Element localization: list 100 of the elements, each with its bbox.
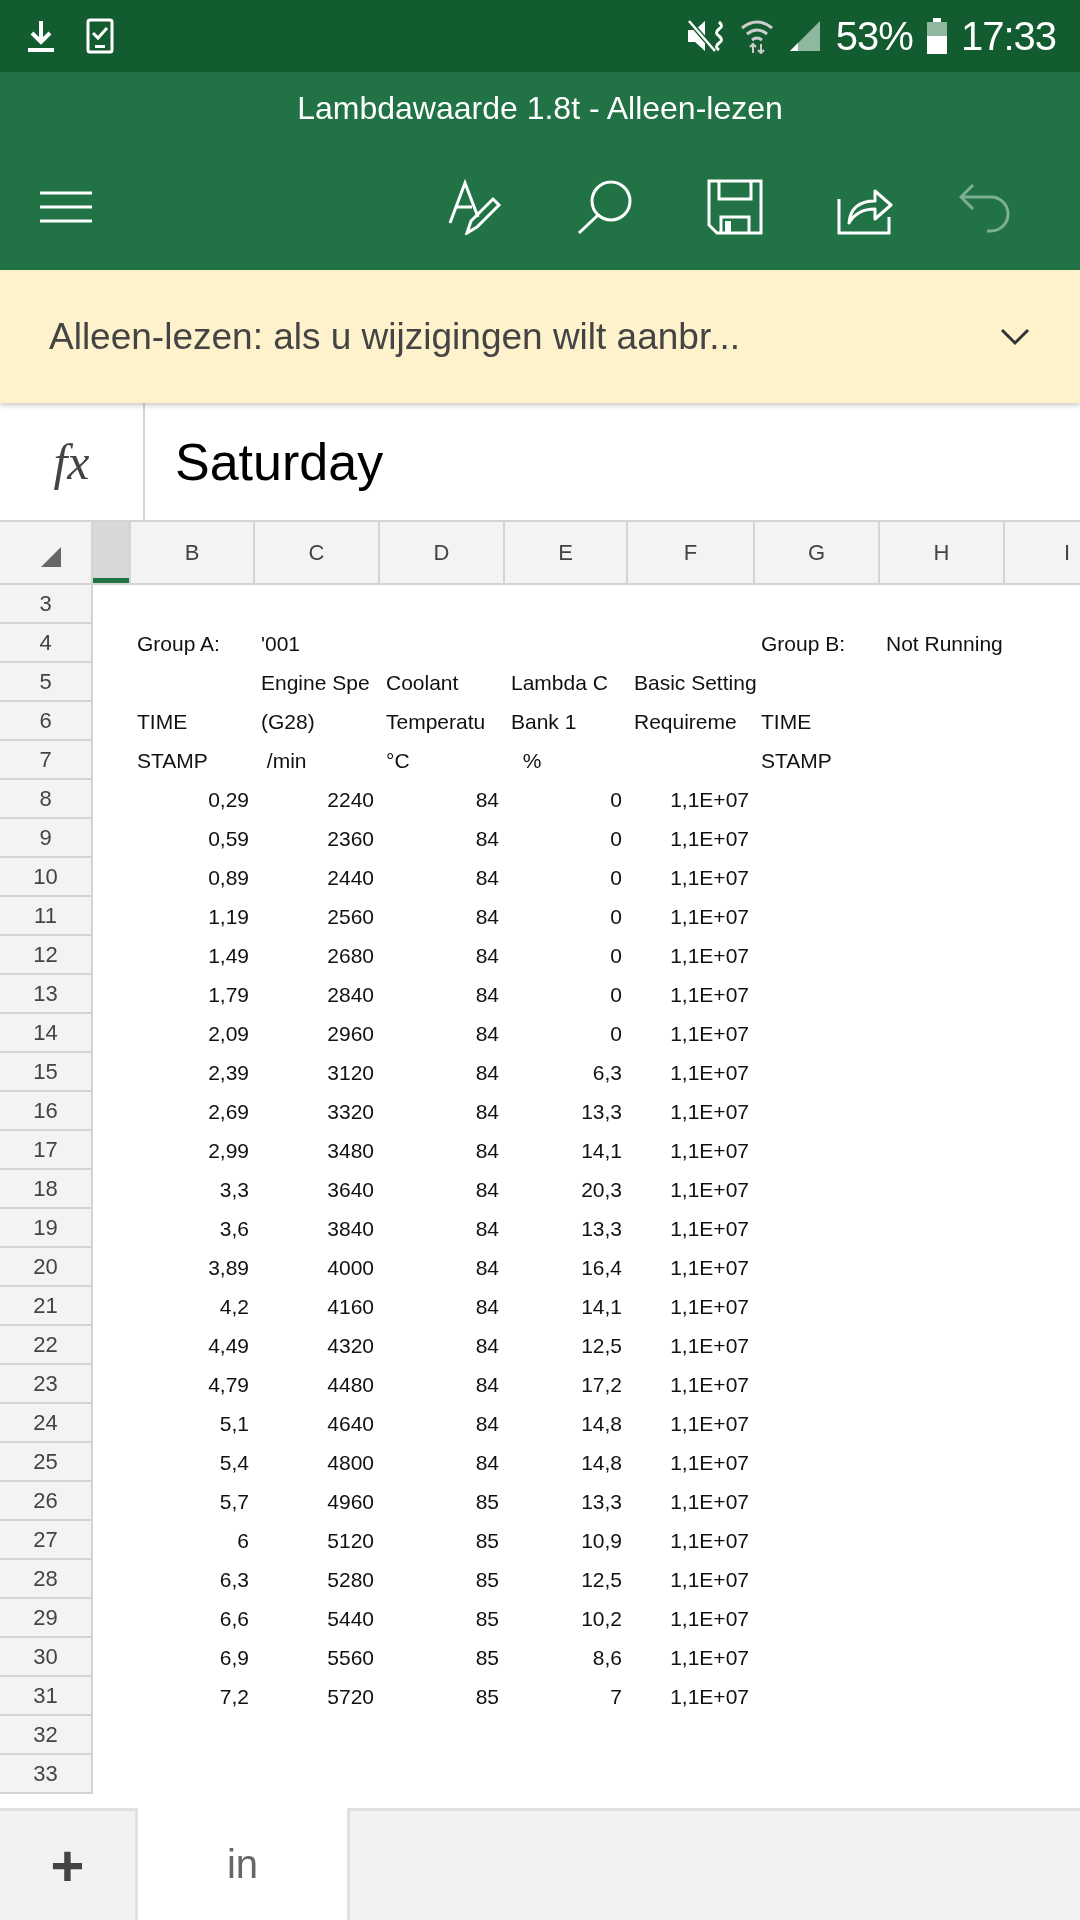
table-cell-text: 0 bbox=[609, 904, 623, 929]
row-header[interactable]: 20 bbox=[0, 1248, 93, 1287]
table-cell-text: 2960 bbox=[326, 1021, 375, 1046]
row-header[interactable]: 13 bbox=[0, 975, 93, 1014]
menu-icon[interactable] bbox=[40, 191, 92, 223]
row-header[interactable]: 26 bbox=[0, 1482, 93, 1521]
row-header[interactable]: 21 bbox=[0, 1287, 93, 1326]
table-cell-text: 0 bbox=[609, 787, 623, 812]
checklist-icon bbox=[86, 18, 114, 54]
clock: 17:33 bbox=[960, 13, 1056, 59]
row-header[interactable]: 12 bbox=[0, 936, 93, 975]
table-cell-text: 4480 bbox=[326, 1372, 375, 1397]
window-title: Lambdawaarde 1.8t - Alleen-lezen bbox=[297, 89, 783, 127]
table-cell-text: 12,5 bbox=[580, 1567, 623, 1592]
row-header[interactable]: 29 bbox=[0, 1599, 93, 1638]
table-cell-text: 84 bbox=[474, 1294, 500, 1319]
save-icon[interactable] bbox=[707, 179, 763, 235]
table-cell-text: TIME bbox=[760, 709, 813, 734]
row-header[interactable]: 9 bbox=[0, 819, 93, 858]
pen-letter-icon[interactable] bbox=[447, 179, 503, 235]
row-header[interactable]: 3 bbox=[0, 585, 93, 624]
table-cell-text: 14,8 bbox=[580, 1450, 623, 1475]
row-header[interactable]: 18 bbox=[0, 1170, 93, 1209]
sheet-tab[interactable]: in bbox=[138, 1808, 350, 1920]
table-cell-text: 1,1E+07 bbox=[669, 1177, 750, 1202]
table-cell-text: 5440 bbox=[326, 1606, 375, 1631]
select-all-icon[interactable] bbox=[41, 547, 61, 567]
row-header[interactable]: 28 bbox=[0, 1560, 93, 1599]
row-header[interactable]: 22 bbox=[0, 1326, 93, 1365]
table-cell-text: 13,3 bbox=[580, 1099, 623, 1124]
table-cell-text: Basic Setting bbox=[633, 670, 758, 695]
table-cell-text: 5,4 bbox=[218, 1450, 250, 1475]
row-header[interactable]: 30 bbox=[0, 1638, 93, 1677]
row-header[interactable]: 7 bbox=[0, 741, 93, 780]
table-cell-text: 1,1E+07 bbox=[669, 943, 750, 968]
table-cell-text: 5,1 bbox=[218, 1411, 250, 1436]
row-header[interactable]: 8 bbox=[0, 780, 93, 819]
table-cell-text: 10,2 bbox=[580, 1606, 623, 1631]
table-cell-text: 5280 bbox=[326, 1567, 375, 1592]
row-header[interactable]: 25 bbox=[0, 1443, 93, 1482]
table-cell-text: 3,3 bbox=[218, 1177, 250, 1202]
table-cell-text: 84 bbox=[474, 1255, 500, 1280]
table-cell-text: 2360 bbox=[326, 826, 375, 851]
table-cell-text: Group A: bbox=[136, 631, 221, 656]
table-cell-text: 3,89 bbox=[207, 1255, 250, 1280]
table-cell-text: Group B: bbox=[760, 631, 847, 656]
row-header[interactable]: 4 bbox=[0, 624, 93, 663]
row-header[interactable]: 27 bbox=[0, 1521, 93, 1560]
table-cell-text: 1,49 bbox=[207, 943, 250, 968]
table-cell-text: 4,49 bbox=[207, 1333, 250, 1358]
table-cell-text: 1,79 bbox=[207, 982, 250, 1007]
row-header[interactable]: 5 bbox=[0, 663, 93, 702]
table-cell-text: 1,1E+07 bbox=[669, 1372, 750, 1397]
table-cell-text: 85 bbox=[474, 1645, 500, 1670]
column-header[interactable] bbox=[93, 522, 131, 583]
table-cell-text: Temperatu bbox=[385, 709, 487, 734]
table-cell-text: 1,1E+07 bbox=[669, 1411, 750, 1436]
table-cell-text: 1,1E+07 bbox=[669, 1021, 750, 1046]
row-header[interactable]: 23 bbox=[0, 1365, 93, 1404]
row-header[interactable]: 17 bbox=[0, 1131, 93, 1170]
read-only-message: Alleen-lezen: als u wijzigingen wilt aanbr... bbox=[49, 315, 742, 358]
table-cell-text: 2440 bbox=[326, 865, 375, 890]
chevron-down-icon[interactable] bbox=[1000, 327, 1030, 346]
row-header[interactable]: 10 bbox=[0, 858, 93, 897]
table-cell-text: 84 bbox=[474, 904, 500, 929]
table-cell-text: 6,3 bbox=[591, 1060, 623, 1085]
table-cell-text: 2,39 bbox=[207, 1060, 250, 1085]
table-cell-text: Engine Spe bbox=[260, 670, 371, 695]
table-cell-text: 84 bbox=[474, 1177, 500, 1202]
table-cell-text: 2,69 bbox=[207, 1099, 250, 1124]
function-label[interactable]: fx bbox=[0, 403, 145, 520]
table-cell-text: 1,1E+07 bbox=[669, 1450, 750, 1475]
search-icon[interactable] bbox=[577, 179, 633, 235]
table-cell-text: 1,1E+07 bbox=[669, 1567, 750, 1592]
table-cell-text: STAMP bbox=[760, 748, 833, 773]
row-header[interactable]: 16 bbox=[0, 1092, 93, 1131]
row-header[interactable]: 14 bbox=[0, 1014, 93, 1053]
table-cell-text: 84 bbox=[474, 787, 500, 812]
battery-percentage: 53% bbox=[835, 13, 913, 59]
row-header[interactable]: 6 bbox=[0, 702, 93, 741]
table-cell-text: 4960 bbox=[326, 1489, 375, 1514]
table-cell-text: 2,09 bbox=[207, 1021, 250, 1046]
row-header[interactable]: 24 bbox=[0, 1404, 93, 1443]
table-cell-text: 84 bbox=[474, 1060, 500, 1085]
row-header[interactable]: 32 bbox=[0, 1716, 93, 1755]
table-cell-text: 1,1E+07 bbox=[669, 826, 750, 851]
table-cell-text: 1,19 bbox=[207, 904, 250, 929]
row-header[interactable]: 31 bbox=[0, 1677, 93, 1716]
row-header[interactable]: 33 bbox=[0, 1755, 93, 1794]
table-cell-text: 4160 bbox=[326, 1294, 375, 1319]
row-header[interactable]: 11 bbox=[0, 897, 93, 936]
row-header[interactable]: 19 bbox=[0, 1209, 93, 1248]
table-cell-text: /min bbox=[265, 748, 308, 773]
table-cell-text: 3,6 bbox=[218, 1216, 250, 1241]
wifi-icon bbox=[739, 18, 774, 54]
table-cell-text: 4000 bbox=[326, 1255, 375, 1280]
table-cell-text: 5720 bbox=[326, 1684, 375, 1709]
row-header[interactable]: 15 bbox=[0, 1053, 93, 1092]
table-cell-text: Requireme bbox=[633, 709, 738, 734]
table-cell-text: 1,1E+07 bbox=[669, 1489, 750, 1514]
